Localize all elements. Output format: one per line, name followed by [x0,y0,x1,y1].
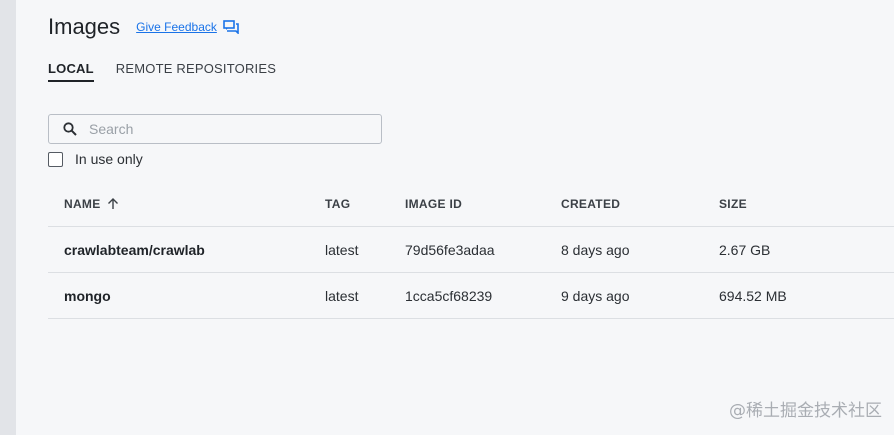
image-size: 2.67 GB [719,241,771,258]
left-sidebar-strip [0,0,16,435]
column-header-name[interactable]: NAME [48,197,325,211]
image-tag: latest [325,241,359,258]
image-created: 9 days ago [561,287,630,304]
tab-remote-repositories[interactable]: REMOTE REPOSITORIES [116,61,276,82]
arrow-up-icon [107,198,118,209]
image-created: 8 days ago [561,241,630,258]
search-box[interactable] [48,114,382,144]
image-id: 1cca5cf68239 [405,287,493,304]
in-use-filter[interactable]: In use only [48,151,143,167]
watermark: @稀土掘金技术社区 [729,401,882,421]
tab-bar: LOCAL REMOTE REPOSITORIES [48,61,276,82]
column-header-size[interactable]: SIZE [719,197,869,211]
give-feedback-link[interactable]: Give Feedback [136,20,239,34]
table-header-row: NAME TAG IMAGE ID CREATED SIZE [48,182,894,227]
table-row[interactable]: mongo latest 1cca5cf68239 9 days ago 694… [48,273,894,319]
images-page: Images Give Feedback LOCAL REMOTE REPOSI… [16,0,894,435]
image-name: mongo [64,287,111,304]
image-size: 694.52 MB [719,287,787,304]
give-feedback-label: Give Feedback [136,20,217,34]
table-row[interactable]: crawlabteam/crawlab latest 79d56fe3adaa … [48,227,894,273]
search-icon [63,122,77,136]
in-use-checkbox[interactable] [48,151,63,167]
image-id: 79d56fe3adaa [405,241,495,258]
search-input[interactable] [87,120,371,138]
in-use-label: In use only [75,151,143,167]
column-header-created[interactable]: CREATED [561,197,719,211]
column-header-tag[interactable]: TAG [325,197,405,211]
image-tag: latest [325,287,359,304]
image-name: crawlabteam/crawlab [64,241,205,258]
column-header-name-label: NAME [64,197,101,211]
title-row: Images Give Feedback [48,14,239,40]
page-title: Images [48,14,121,39]
tab-local[interactable]: LOCAL [48,61,94,82]
chat-bubble-icon [223,20,239,34]
images-table: NAME TAG IMAGE ID CREATED SIZE crawlabte… [48,182,894,319]
column-header-image-id[interactable]: IMAGE ID [405,197,561,211]
